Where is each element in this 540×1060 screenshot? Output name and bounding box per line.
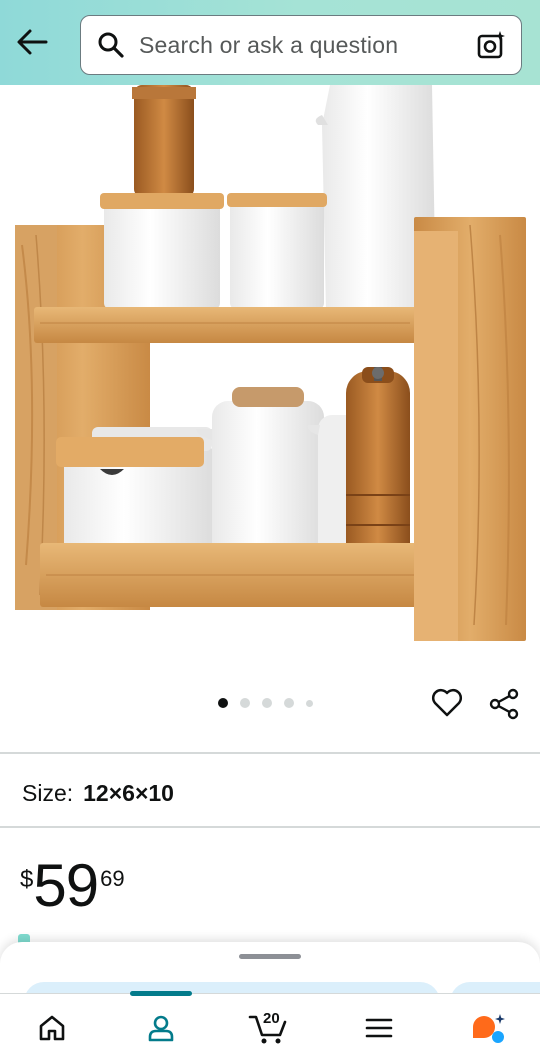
wooden-spice-rack-illustration [15, 85, 526, 641]
cart-count-badge: 20 [263, 1010, 280, 1027]
section-divider [0, 826, 540, 828]
rufus-icon [473, 1013, 505, 1043]
search-icon [97, 30, 127, 60]
nav-menu[interactable] [344, 994, 414, 1060]
price-currency-symbol: $ [20, 866, 34, 893]
add-to-list-button[interactable] [430, 686, 464, 720]
back-button[interactable] [12, 26, 52, 58]
carousel-dot[interactable] [306, 699, 313, 707]
price: $ 59 69 [20, 856, 125, 916]
carousel-dot[interactable] [262, 698, 272, 708]
nav-home[interactable] [17, 994, 87, 1060]
section-divider [0, 752, 540, 754]
nav-rufus-assistant[interactable] [454, 994, 524, 1060]
size-label: Size: [22, 780, 74, 806]
nav-you[interactable] [126, 994, 196, 1060]
bottom-navigation: 20 [0, 991, 540, 1060]
search-placeholder: Search or ask a question [139, 31, 399, 58]
back-arrow-icon [17, 29, 48, 55]
search-input[interactable]: Search or ask a question [80, 15, 522, 75]
heart-icon [431, 688, 463, 717]
home-icon [39, 1015, 65, 1040]
carousel-dot[interactable] [240, 698, 250, 708]
share-icon [489, 688, 519, 720]
menu-icon [365, 1018, 393, 1037]
sheet-drag-handle[interactable] [239, 954, 301, 959]
user-icon [148, 1015, 174, 1041]
size-value: 12×6×10 [83, 780, 174, 806]
price-fraction: 69 [100, 866, 125, 891]
share-button[interactable] [486, 686, 522, 722]
camera-search-icon[interactable] [475, 29, 507, 61]
product-image[interactable] [0, 85, 540, 665]
nav-cart[interactable]: 20 [233, 994, 303, 1060]
top-header: Search or ask a question [0, 0, 540, 85]
size-selector[interactable]: Size: 12×6×10 [22, 780, 174, 807]
carousel-dot[interactable] [284, 698, 294, 708]
image-carousel-dots[interactable] [218, 698, 313, 708]
carousel-dot[interactable] [218, 698, 228, 708]
price-whole: 59 [33, 852, 99, 919]
